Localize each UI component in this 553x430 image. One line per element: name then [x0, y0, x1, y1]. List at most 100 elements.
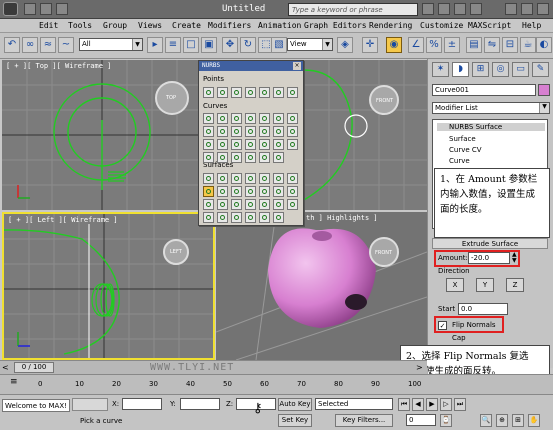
viewcube-left[interactable]: LEFT: [170, 249, 182, 255]
nurbs-tool-icon[interactable]: [259, 186, 270, 197]
spinner-snap-icon[interactable]: ±: [444, 37, 460, 53]
axis-y-button[interactable]: Y: [476, 278, 494, 292]
nurbs-tool-icon[interactable]: [245, 126, 256, 137]
track-bar-menu-icon[interactable]: ≡: [10, 377, 18, 387]
nurbs-tool-icon[interactable]: [231, 87, 242, 98]
viewport-front[interactable]: FRONT: [304, 60, 427, 210]
menu-edit[interactable]: Edit: [39, 21, 58, 30]
help-icon[interactable]: [470, 3, 482, 15]
modifier-list-dropdown[interactable]: Modifier List ▼: [432, 102, 550, 114]
viewport-perspective[interactable]: th ] Highlights ] FRONT: [216, 212, 427, 360]
nurbs-tool-icon[interactable]: [217, 113, 228, 124]
app-logo-icon[interactable]: [3, 2, 18, 16]
time-slider[interactable]: < 0 / 100 > WWW.TLYI.NET: [0, 360, 427, 374]
snap-toggle-icon[interactable]: ◉: [386, 37, 402, 53]
nurbs-tool-icon[interactable]: [287, 113, 298, 124]
nurbs-tool-icon[interactable]: [231, 199, 242, 210]
nurbs-tool-icon[interactable]: [231, 139, 242, 150]
play-icon[interactable]: ▶: [426, 398, 438, 411]
nurbs-tool-icon[interactable]: [259, 126, 270, 137]
menu-create[interactable]: Create: [172, 21, 201, 30]
object-name-field[interactable]: Curve001: [432, 84, 536, 96]
nurbs-tool-icon[interactable]: [203, 212, 214, 223]
nurbs-tool-icon[interactable]: [217, 152, 228, 163]
nurbs-tool-icon[interactable]: [273, 199, 284, 210]
angle-snap-icon[interactable]: ∠: [408, 37, 424, 53]
stack-item-curve[interactable]: Curve: [449, 157, 470, 165]
nurbs-tool-icon[interactable]: [259, 113, 270, 124]
ref-coord-dropdown[interactable]: View ▼: [287, 38, 333, 51]
close-icon[interactable]: [537, 3, 549, 15]
nurbs-tool-icon[interactable]: [203, 173, 214, 184]
viewport-left[interactable]: [ + ][ Left ][ Wireframe ] LEFT: [2, 212, 215, 360]
pan-icon[interactable]: ✋: [528, 414, 540, 427]
nurbs-tool-icon[interactable]: [245, 113, 256, 124]
teapot-icon[interactable]: ◐: [536, 37, 552, 53]
nurbs-tool-icon[interactable]: [259, 152, 270, 163]
nurbs-tool-icon[interactable]: [259, 87, 270, 98]
current-frame-input[interactable]: 0: [406, 414, 436, 426]
object-color-swatch[interactable]: [538, 84, 550, 96]
nurbs-tool-icon[interactable]: [231, 186, 242, 197]
render-icon[interactable]: ☕: [520, 37, 536, 53]
nurbs-tool-icon[interactable]: [259, 173, 270, 184]
menu-graph-editors[interactable]: Graph Editors: [304, 21, 367, 30]
select-manipulate2-icon[interactable]: ✛: [362, 37, 378, 53]
menu-modifiers[interactable]: Modifiers: [208, 21, 251, 30]
nurbs-tool-icon[interactable]: [273, 212, 284, 223]
nurbs-tool-icon[interactable]: [245, 152, 256, 163]
viewport-top[interactable]: [ + ][ Top ][ Wireframe ] TOP: [2, 60, 199, 210]
stack-item-surface[interactable]: Surface: [449, 135, 476, 143]
align-icon[interactable]: ⊟: [502, 37, 518, 53]
mirror-icon[interactable]: ⇋: [484, 37, 500, 53]
x-coord-input[interactable]: [122, 398, 162, 410]
nurbs-tool-icon[interactable]: [287, 199, 298, 210]
track-bar[interactable]: ≡ 0 10 20 30 40 50 60 70 80 90 100: [0, 374, 553, 394]
go-end-icon[interactable]: ⏭: [454, 398, 466, 411]
axis-x-button[interactable]: X: [446, 278, 464, 292]
menu-customize[interactable]: Customize: [420, 21, 463, 30]
bind-space-warp-icon[interactable]: ~: [58, 37, 74, 53]
maximize-icon[interactable]: [521, 3, 533, 15]
time-next-icon[interactable]: >: [416, 363, 423, 372]
viewport-top-label[interactable]: [ + ][ Top ][ Wireframe ]: [6, 62, 111, 70]
rotate-icon[interactable]: ↻: [240, 37, 256, 53]
nurbs-tool-icon[interactable]: [287, 173, 298, 184]
extrude-surface-rollout[interactable]: Extrude Surface: [432, 238, 548, 249]
nurbs-tool-icon[interactable]: [287, 126, 298, 137]
rect-selection-icon[interactable]: □: [183, 37, 199, 53]
nurbs-tool-icon[interactable]: [273, 186, 284, 197]
nurbs-tool-icon[interactable]: [217, 186, 228, 197]
viewport-left-label[interactable]: [ + ][ Left ][ Wireframe ]: [8, 216, 118, 224]
nurbs-tool-icon[interactable]: [231, 152, 242, 163]
select-object-icon[interactable]: ▸: [147, 37, 163, 53]
nurbs-tool-icon[interactable]: [203, 139, 214, 150]
start-input[interactable]: 0.0: [458, 303, 508, 315]
stack-item-curve-cv[interactable]: Curve CV: [449, 146, 482, 154]
nurbs-tool-icon[interactable]: [273, 152, 284, 163]
menu-help[interactable]: Help: [522, 21, 541, 30]
zoom-all-icon[interactable]: ⊕: [496, 414, 508, 427]
nurbs-tool-icon[interactable]: [287, 87, 298, 98]
link-icon[interactable]: ∞: [22, 37, 38, 53]
nurbs-tool-icon[interactable]: [231, 173, 242, 184]
nurbs-tool-icon[interactable]: [273, 126, 284, 137]
nurbs-tool-icon[interactable]: [245, 87, 256, 98]
nurbs-tool-icon[interactable]: [287, 139, 298, 150]
selection-lock-icon[interactable]: [72, 398, 108, 411]
time-config-icon[interactable]: ⌚: [440, 414, 452, 427]
selection-filter-dropdown[interactable]: All ▼: [79, 38, 143, 51]
nurbs-tool-icon[interactable]: [217, 173, 228, 184]
nurbs-tool-icon[interactable]: [217, 87, 228, 98]
nurbs-tool-icon[interactable]: [217, 199, 228, 210]
nurbs-tool-icon[interactable]: [245, 139, 256, 150]
utilities-tab-icon[interactable]: ✎: [532, 62, 549, 77]
nurbs-tool-icon[interactable]: [273, 173, 284, 184]
hierarchy-tab-icon[interactable]: ⊞: [472, 62, 489, 77]
nurbs-tool-icon[interactable]: [231, 126, 242, 137]
open-file-icon[interactable]: [40, 3, 52, 15]
menu-views[interactable]: Views: [138, 21, 162, 30]
named-selection-icon[interactable]: ▤: [466, 37, 482, 53]
modify-tab-icon[interactable]: ◗: [452, 62, 469, 77]
maxscript-listener[interactable]: Welcome to MAX!: [2, 399, 70, 412]
